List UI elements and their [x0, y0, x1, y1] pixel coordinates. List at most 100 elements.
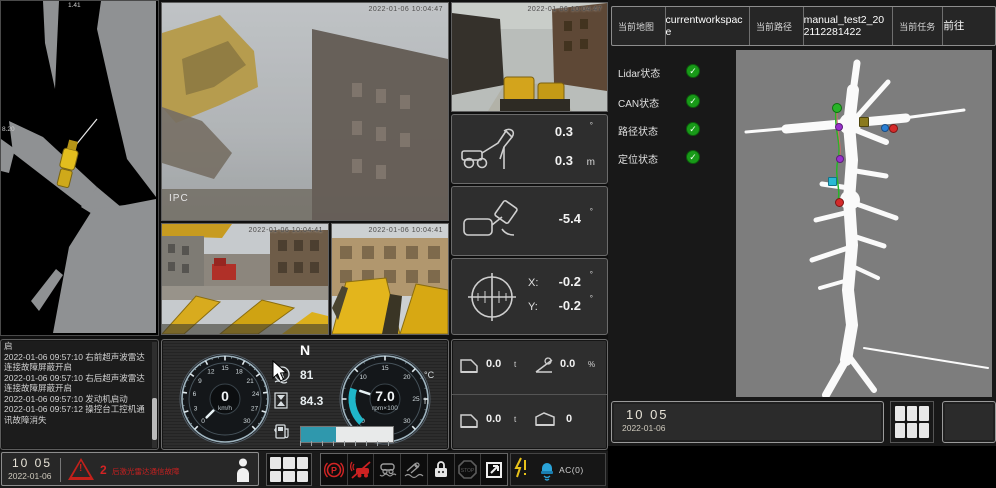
- current-task-value-seg: 前往: [943, 7, 995, 45]
- lidar-status-label: Lidar状态: [618, 69, 660, 80]
- lidar-map-view[interactable]: 1.41 16.7 8.20 29.28 199.10: [0, 0, 159, 336]
- current-task-label: 当前任务: [893, 20, 941, 33]
- electrical-fault-icon[interactable]: [511, 457, 531, 483]
- camera-right-view[interactable]: 2022-01-06 10:04:41: [331, 223, 449, 335]
- hours-row: 84.3 h: [274, 392, 288, 412]
- current-path-label: 当前路径: [750, 20, 798, 33]
- right-layout-grid-button[interactable]: [890, 401, 934, 443]
- svg-text:15: 15: [381, 365, 389, 372]
- log-scrollbar-track[interactable]: [152, 342, 157, 448]
- route-marker: [881, 124, 889, 132]
- bucket-angle-unit: °: [590, 207, 593, 216]
- right-footer-spare-panel[interactable]: [942, 401, 996, 443]
- log-line: 2022-01-06 09:57:10 右前超声波雷达连接故障屏蔽开启: [4, 352, 150, 373]
- speed-value: 0: [178, 388, 272, 404]
- camera-front-view[interactable]: 2022-01-06 10:04:47: [451, 2, 608, 112]
- slope-value: 0.0: [560, 358, 575, 370]
- localization-status-ok-icon: ✓: [686, 150, 700, 164]
- clock-time: 10 05: [12, 456, 52, 470]
- route-marker: [828, 177, 837, 186]
- event-log-panel[interactable]: 启 2022-01-06 09:57:10 右前超声波雷达连接故障屏蔽开启 20…: [0, 339, 159, 450]
- fuel-bar-ticks: [300, 441, 392, 446]
- exit-door-icon[interactable]: [481, 454, 507, 485]
- route-marker: [832, 103, 842, 113]
- route-marker: [889, 124, 898, 133]
- bucket-angle-value: -5.4: [559, 211, 581, 226]
- svg-text:0: 0: [201, 418, 205, 425]
- parking-brake-icon[interactable]: P: [321, 454, 348, 485]
- attitude-y-value: -0.2: [559, 298, 581, 313]
- mission-header-bar: 当前地图 currentworkspace 当前路径 manual_test2_…: [611, 6, 996, 46]
- bucket-count-value: 0: [566, 413, 572, 425]
- lock-icon[interactable]: [428, 454, 455, 485]
- current-map-value-seg: currentworkspace: [666, 7, 751, 45]
- bucket-status-card: -5.4 °: [451, 186, 608, 256]
- coolant-temp-unit: °C: [424, 370, 434, 380]
- attitude-x-unit: °: [590, 270, 593, 279]
- vehicle-warning-toolbar: P STOP: [320, 453, 508, 486]
- svg-text:21: 21: [246, 378, 254, 385]
- can-status-label: CAN状态: [618, 99, 659, 110]
- traction-control-icon[interactable]: [374, 454, 401, 485]
- attitude-y-label: Y:: [528, 301, 538, 313]
- black-filler: [608, 446, 996, 488]
- status-row-can: CAN状态 ✓: [618, 94, 659, 110]
- boom-float-icon[interactable]: [401, 454, 428, 485]
- boom-angle-unit: °: [590, 121, 593, 130]
- route-marker: [859, 117, 869, 127]
- speed-gauge: 036912151821242730 0 km/h: [178, 352, 272, 446]
- right-clock-time: 10 05: [612, 402, 883, 422]
- route-map-view[interactable]: [736, 50, 992, 397]
- current-path-value: manual_test2_202112281422: [804, 14, 893, 38]
- right-clock-date: 2022-01-06: [612, 422, 883, 433]
- map-coord-label: 1.41: [68, 2, 81, 9]
- bucket-load-value: 0.0: [486, 358, 501, 370]
- layout-grid-button[interactable]: [266, 453, 312, 486]
- clock-date: 2022-01-06: [8, 471, 51, 481]
- slope-unit: %: [588, 360, 595, 369]
- coolant-temp-value: 81: [300, 368, 313, 382]
- boom-height-value: 0.3: [555, 153, 573, 168]
- current-map-value: currentworkspace: [666, 14, 750, 38]
- svg-text:12: 12: [207, 368, 215, 375]
- current-path-value-seg: manual_test2_202112281422: [804, 7, 894, 45]
- camera-main-view[interactable]: 2022-01-06 10:04:47 IPC: [161, 2, 449, 221]
- log-line: 2022-01-06 09:57:10 发动机启动: [4, 394, 150, 405]
- camera-timestamp: 2022-01-06 10:04:47: [369, 6, 444, 13]
- divider: [60, 458, 61, 482]
- camera-timestamp: 2022-01-06 10:04:47: [528, 6, 603, 13]
- log-line: 启: [4, 341, 150, 352]
- can-status-ok-icon: ✓: [686, 94, 700, 108]
- current-map-label: 当前地图: [612, 20, 660, 33]
- lidar-map-canvas: [1, 1, 156, 333]
- stop-icon[interactable]: STOP: [455, 454, 482, 485]
- beacon-icon[interactable]: [539, 458, 555, 482]
- sensor-fault-icon[interactable]: [348, 454, 375, 485]
- warning-exclamation: !: [79, 463, 82, 474]
- current-map-label-seg: 当前地图: [612, 7, 666, 45]
- current-path-label-seg: 当前路径: [750, 7, 804, 45]
- status-row-path: 路径状态 ✓: [618, 122, 658, 138]
- total-load-icon: [458, 411, 480, 431]
- ac-status-label: AC(0): [559, 465, 584, 475]
- attitude-x-label: X:: [528, 277, 538, 289]
- attitude-y-unit: °: [590, 294, 593, 303]
- route-map-canvas: [736, 50, 992, 397]
- boom-angle-value: 0.3: [555, 124, 573, 139]
- log-line: 2022-01-06 09:57:10 右后超声波雷达连接故障屏蔽开启: [4, 373, 150, 394]
- camera-timestamp: 2022-01-06 10:04:41: [369, 227, 444, 234]
- mission-panel: 当前地图 currentworkspace 当前路径 manual_test2_…: [608, 0, 996, 446]
- current-task-value: 前往: [943, 20, 968, 32]
- status-row-localization: 定位状态 ✓: [618, 150, 658, 166]
- fuel-pump-icon: [274, 422, 292, 440]
- attitude-status-card: X: -0.2 ° Y: -0.2 °: [451, 258, 608, 335]
- operator-icon[interactable]: [236, 458, 250, 482]
- toolbar-extension: AC(0): [510, 453, 606, 486]
- route-marker: [835, 123, 843, 131]
- log-scrollbar-thumb[interactable]: [152, 398, 157, 440]
- svg-text:P: P: [331, 465, 337, 475]
- total-load-value: 0.0: [486, 413, 501, 425]
- camera-left-view[interactable]: 2022-01-06 10:04:41: [161, 223, 329, 335]
- alarm-message[interactable]: 后激光雷达通信故障: [112, 466, 180, 477]
- speed-unit: km/h: [178, 405, 272, 412]
